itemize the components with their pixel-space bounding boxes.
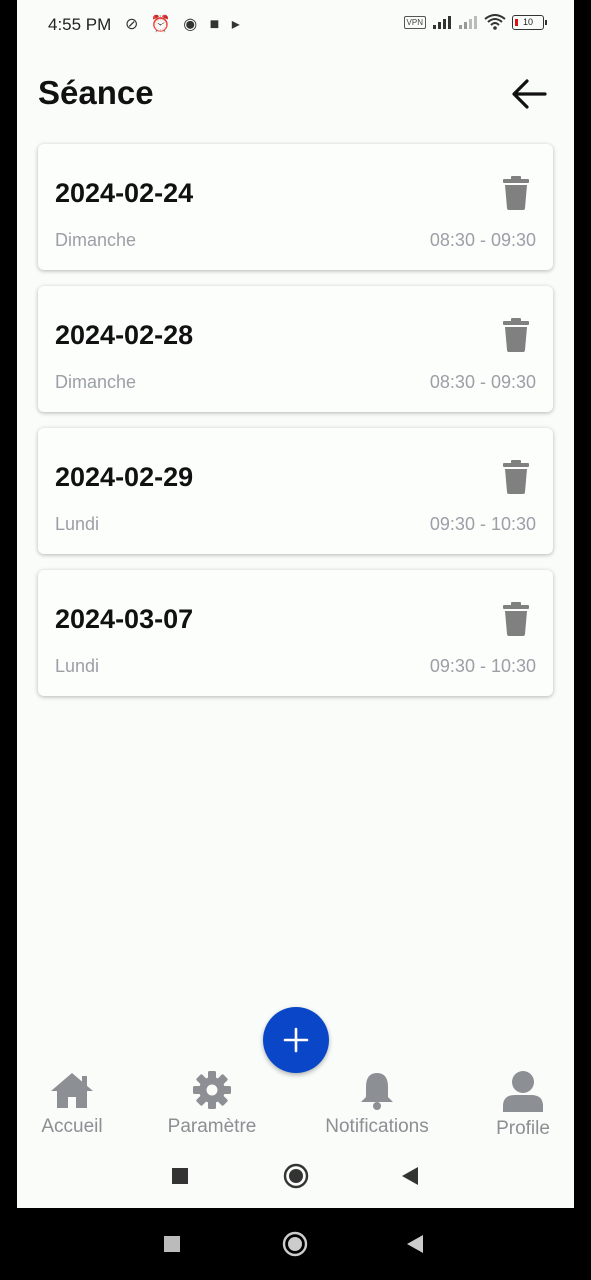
status-bar: 4:55 PM ⊘ ⏰ ◉ ■ ▸ VPN 10 xyxy=(17,0,574,50)
nav-item-parametre[interactable]: Paramètre xyxy=(164,1070,260,1138)
app-screen: 4:55 PM ⊘ ⏰ ◉ ■ ▸ VPN 10 Séance 2024-02-… xyxy=(17,0,574,1208)
delete-button[interactable] xyxy=(501,460,531,494)
trash-icon xyxy=(503,602,529,636)
session-time: 08:30 - 09:30 xyxy=(429,372,536,392)
session-date: 2024-02-29 xyxy=(55,462,194,492)
system-nav-bar xyxy=(17,1155,574,1195)
recents-button[interactable] xyxy=(171,1167,189,1185)
back-nav-button[interactable] xyxy=(400,1166,420,1186)
nav-label: Profile xyxy=(496,1118,550,1139)
delete-button[interactable] xyxy=(501,176,531,210)
session-day: Dimanche xyxy=(55,230,137,250)
delete-button[interactable] xyxy=(501,602,531,636)
session-list: 2024-02-24 Dimanche 08:30 - 09:30 2024-0… xyxy=(38,144,553,712)
bottom-nav: Accueil Paramètre Notifications Profile xyxy=(17,1070,574,1150)
device-recents-button[interactable] xyxy=(163,1235,181,1253)
session-card[interactable]: 2024-03-07 Lundi 09:30 - 10:30 xyxy=(38,570,553,696)
nav-item-notifications[interactable]: Notifications xyxy=(317,1070,437,1138)
nav-item-profile[interactable]: Profile xyxy=(493,1070,553,1140)
device-home-button[interactable] xyxy=(282,1231,308,1257)
delete-button[interactable] xyxy=(501,318,531,352)
add-session-button[interactable] xyxy=(263,1007,329,1073)
page-title: Séance xyxy=(38,74,154,111)
nav-item-accueil[interactable]: Accueil xyxy=(38,1070,106,1138)
arrow-left-icon xyxy=(512,79,547,109)
status-notification-icons: ⊘ ⏰ ◉ ■ ▸ xyxy=(125,16,244,33)
session-card[interactable]: 2024-02-29 Lundi 09:30 - 10:30 xyxy=(38,428,553,554)
device-back-button[interactable] xyxy=(405,1234,425,1254)
nav-label: Notifications xyxy=(325,1116,429,1137)
trash-icon xyxy=(503,318,529,352)
trash-icon xyxy=(503,460,529,494)
session-time: 08:30 - 09:30 xyxy=(429,230,536,250)
session-day: Dimanche xyxy=(55,372,137,392)
session-day: Lundi xyxy=(55,514,100,534)
trash-icon xyxy=(503,176,529,210)
status-time: 4:55 PM xyxy=(48,15,112,34)
user-icon xyxy=(503,1071,543,1112)
home-icon xyxy=(51,1073,93,1108)
battery-icon: 10 xyxy=(512,14,547,30)
vpn-icon: VPN xyxy=(403,15,426,29)
nav-label: Accueil xyxy=(41,1116,103,1137)
plus-icon xyxy=(283,1027,309,1053)
session-time: 09:30 - 10:30 xyxy=(429,514,536,534)
session-day: Lundi xyxy=(55,656,100,676)
home-button[interactable] xyxy=(283,1163,309,1189)
session-date: 2024-02-28 xyxy=(55,320,194,350)
gear-icon xyxy=(193,1071,231,1109)
signal-icon-secondary xyxy=(459,16,477,29)
device-nav-bar xyxy=(0,1208,591,1280)
status-system-icons: VPN 10 xyxy=(403,14,547,30)
bell-icon xyxy=(361,1073,393,1110)
wifi-icon xyxy=(484,14,506,30)
session-date: 2024-03-07 xyxy=(55,604,194,634)
back-button[interactable] xyxy=(509,74,549,114)
signal-icon xyxy=(433,16,451,29)
nav-label: Paramètre xyxy=(167,1116,257,1137)
session-time: 09:30 - 10:30 xyxy=(429,656,536,676)
session-card[interactable]: 2024-02-24 Dimanche 08:30 - 09:30 xyxy=(38,144,553,270)
session-card[interactable]: 2024-02-28 Dimanche 08:30 - 09:30 xyxy=(38,286,553,412)
session-date: 2024-02-24 xyxy=(55,178,194,208)
